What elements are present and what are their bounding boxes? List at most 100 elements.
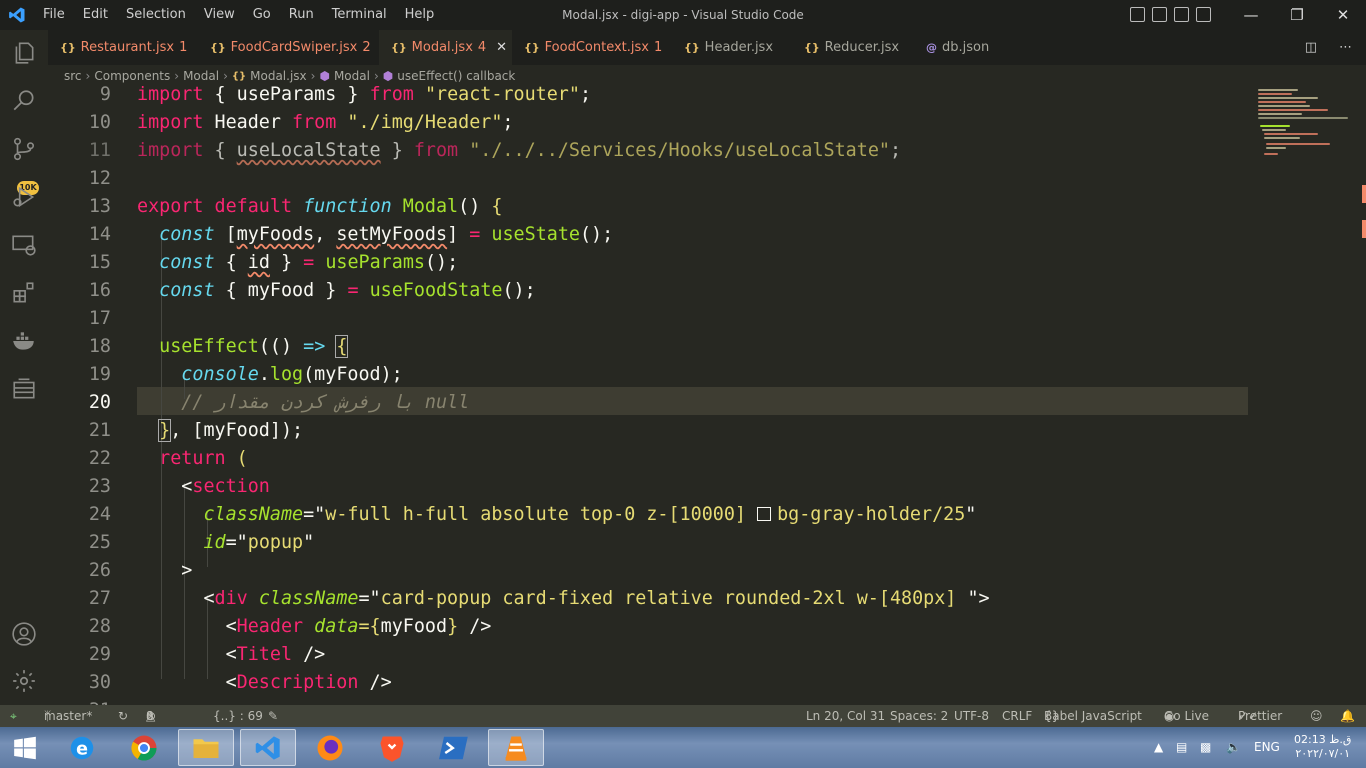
code-line: 24 className="w-full h-full absolute top… [48, 501, 1248, 529]
code-editor[interactable]: 9 import { useParams } from "react-router… [48, 85, 1366, 705]
line-number: 12 [88, 168, 111, 189]
sync-icon[interactable]: ↻ [118, 705, 128, 727]
search-icon[interactable] [10, 88, 38, 116]
minimap[interactable] [1256, 85, 1366, 205]
chrome-icon[interactable] [116, 729, 172, 766]
language-indicator[interactable]: ENG [1254, 727, 1280, 768]
window-controls: — ❐ ✕ [1228, 0, 1366, 30]
account-icon[interactable] [10, 621, 38, 649]
menu-view[interactable]: View [195, 0, 244, 30]
remote-explorer-icon[interactable] [10, 232, 38, 260]
selection-info[interactable]: {..} : 69 [213, 705, 263, 727]
cube-symbol-icon: ⬢ [382, 69, 394, 83]
tab-dbjson[interactable]: @ db.json [914, 30, 1024, 65]
extensions-icon[interactable] [10, 280, 38, 308]
encoding[interactable]: UTF-8 [954, 705, 989, 727]
brave-icon[interactable] [364, 729, 420, 766]
breadcrumb-item[interactable]: Modal [183, 69, 219, 83]
docker-icon[interactable] [10, 328, 38, 356]
restore-icon[interactable]: ❐ [1274, 0, 1320, 30]
vscode-taskbar-icon[interactable] [240, 729, 296, 766]
tab-reducer[interactable]: {} Reducer.jsx [792, 30, 914, 65]
close-window-icon[interactable]: ✕ [1320, 0, 1366, 30]
menu-file[interactable]: File [34, 0, 74, 30]
code-text: console.log(myFood); [181, 364, 403, 385]
code-line: 21 }, [myFood]); [48, 417, 1248, 445]
problem-count: 4 [477, 40, 487, 55]
network-adapter-icon[interactable]: ▤ [1176, 727, 1187, 768]
remote-icon[interactable]: ⌖ [10, 705, 17, 727]
source-control-icon[interactable] [10, 136, 38, 164]
comment: // با رفرش کردن مقدار null [181, 392, 470, 413]
menu-go[interactable]: Go [244, 0, 280, 30]
branch-name: master* [44, 709, 93, 723]
toggle-secondary-sidebar-icon[interactable] [1174, 7, 1189, 22]
line-number: 18 [88, 336, 111, 357]
volume-icon[interactable]: 🔈 [1226, 727, 1241, 768]
internet-explorer-icon[interactable]: e [54, 729, 110, 766]
firefox-icon[interactable] [302, 729, 358, 766]
run-debug-icon[interactable] [10, 184, 38, 212]
breadcrumb-item[interactable]: useEffect() callback [397, 69, 515, 83]
react-file-icon: {} [231, 70, 247, 82]
split-editor-icon[interactable]: ◫ [1305, 40, 1317, 55]
code-line: 29 <Titel /> [48, 641, 1248, 669]
windows-start-icon[interactable] [0, 729, 50, 766]
code-line: 30 <Description /> [48, 669, 1248, 697]
tab-header[interactable]: {} Header.jsx [672, 30, 792, 65]
tab-label: Reducer.jsx [824, 40, 900, 55]
explorer-icon[interactable] [10, 40, 38, 68]
tab-label: Restaurant.jsx [80, 40, 175, 55]
settings-gear-icon[interactable] [10, 668, 38, 696]
clock-date: ۲۰۲۲/۰۷/۰۱ [1295, 747, 1351, 760]
tab-foodcardswiper[interactable]: {} FoodCardSwiper.jsx 2 [198, 30, 379, 65]
breadcrumb-item[interactable]: src [64, 69, 82, 83]
show-hidden-icons[interactable]: ▲ [1154, 727, 1163, 768]
signal-strength-icon[interactable]: ▩ [1200, 727, 1211, 768]
menu-terminal[interactable]: Terminal [323, 0, 396, 30]
indentation[interactable]: Spaces: 2 [890, 705, 948, 727]
code-text: <section [181, 476, 270, 497]
file-explorer-icon[interactable] [178, 729, 234, 766]
layout-controls [1130, 7, 1211, 22]
minimize-icon[interactable]: — [1228, 0, 1274, 30]
problem-count: 1 [179, 40, 188, 55]
breadcrumb-item[interactable]: Modal.jsx [250, 69, 307, 83]
pen-icon: ✎ [268, 709, 279, 723]
more-actions-icon[interactable]: ⋯ [1339, 40, 1352, 55]
color-swatch[interactable] [757, 507, 772, 521]
database-icon[interactable] [10, 376, 38, 404]
tab-foodcontext[interactable]: {} FoodContext.jsx 1 [512, 30, 672, 65]
code-text: <div className="card-popup card-fixed re… [203, 588, 990, 609]
notifications-bell-icon[interactable]: 🔔 [1340, 705, 1355, 727]
react-file-icon: {} [60, 41, 76, 54]
line-number: 22 [88, 448, 111, 469]
breadcrumb: src › Components › Modal › {} Modal.jsx › ⬢ … [64, 67, 515, 85]
line-number: 31 [48, 697, 111, 705]
code-text: // با رفرش کردن مقدار null [137, 389, 469, 417]
menu-help[interactable]: Help [396, 0, 444, 30]
code-line: 11 import { useLocalState } from "./../..… [48, 137, 1248, 165]
line-number: 27 [88, 588, 111, 609]
breadcrumb-item[interactable]: Components [94, 69, 170, 83]
code-text: > [181, 560, 193, 581]
code-text: <Titel /> [225, 644, 326, 665]
vlc-icon[interactable] [488, 729, 544, 766]
close-tab-icon[interactable]: ✕ [496, 40, 507, 55]
problem-count: 2 [362, 40, 371, 55]
cursor-position[interactable]: Ln 20, Col 31 [806, 705, 885, 727]
customize-layout-icon[interactable] [1196, 7, 1211, 22]
tab-restaurant[interactable]: {} Restaurant.jsx 1 [48, 30, 198, 65]
powershell-icon[interactable] [426, 729, 482, 766]
system-clock[interactable]: 02:13 ق.ظ ۲۰۲۲/۰۷/۰۱ [1294, 733, 1351, 768]
menu-run[interactable]: Run [280, 0, 323, 30]
toggle-primary-sidebar-icon[interactable] [1130, 7, 1145, 22]
end-of-line[interactable]: CRLF [1002, 705, 1032, 727]
breadcrumb-item[interactable]: Modal [334, 69, 370, 83]
menu-edit[interactable]: Edit [74, 0, 117, 30]
vscode-window: { "titlebar":{"menu":["File","Edit","Sel… [0, 0, 1366, 768]
feedback-icon[interactable]: ☺ [1310, 705, 1323, 727]
toggle-panel-icon[interactable] [1152, 7, 1167, 22]
tab-modal[interactable]: {} Modal.jsx 4 ✕ [379, 30, 512, 65]
menu-selection[interactable]: Selection [117, 0, 195, 30]
